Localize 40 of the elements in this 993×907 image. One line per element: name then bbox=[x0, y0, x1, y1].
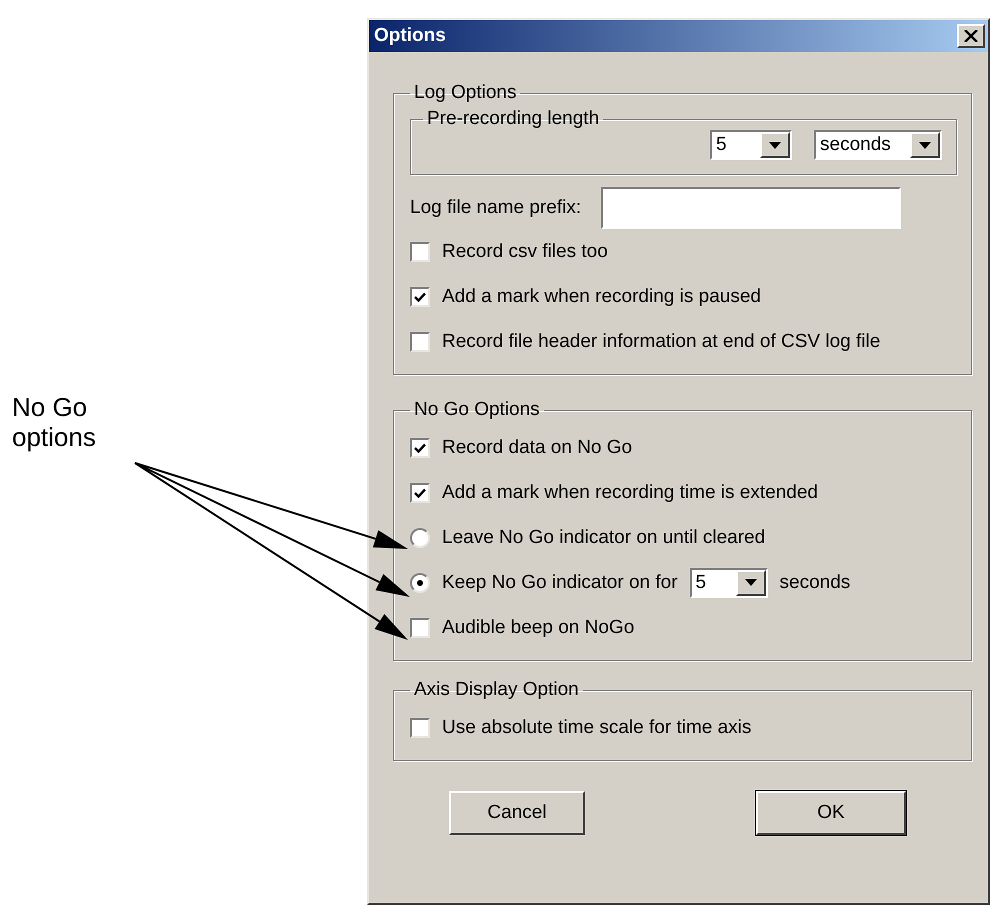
option-label: Add a mark when recording time is extended bbox=[442, 482, 818, 504]
dialog-button[interactable]: Cancel bbox=[449, 791, 585, 835]
caret-icon bbox=[919, 142, 931, 148]
input-field[interactable] bbox=[601, 187, 902, 229]
checkbox[interactable] bbox=[410, 482, 430, 502]
checkbox[interactable] bbox=[410, 286, 430, 306]
field-label: Log file name prefix: bbox=[410, 197, 582, 219]
dialog-button[interactable]: OK bbox=[756, 791, 906, 835]
option-label: Leave No Go indicator on until cleared bbox=[442, 526, 766, 548]
radio-button[interactable] bbox=[410, 572, 430, 592]
option-label: Add a mark when recording is paused bbox=[442, 286, 761, 308]
close-icon bbox=[964, 30, 978, 42]
checkbox[interactable] bbox=[410, 242, 430, 262]
dropdown[interactable]: 5 bbox=[710, 130, 792, 160]
option-label: Record csv files too bbox=[442, 240, 608, 262]
checkmark-icon bbox=[414, 290, 426, 302]
checkmark-icon bbox=[414, 486, 426, 498]
close-button[interactable] bbox=[957, 24, 985, 48]
group-title: Axis Display Option bbox=[413, 679, 580, 701]
checkmark-icon bbox=[414, 442, 426, 454]
option-label: Use absolute time scale for time axis bbox=[442, 716, 752, 738]
dropdown[interactable]: seconds bbox=[814, 130, 942, 160]
option-label: Keep No Go indicator on for bbox=[442, 572, 678, 594]
annotation-label: No Go options bbox=[12, 392, 97, 452]
caret-icon bbox=[744, 579, 757, 586]
checkbox[interactable] bbox=[410, 332, 430, 352]
radio-button[interactable] bbox=[410, 528, 430, 548]
checkbox[interactable] bbox=[410, 618, 430, 638]
dropdown[interactable]: 5 bbox=[690, 568, 768, 598]
option-label: Record file header information at end of CSV log file bbox=[442, 330, 880, 352]
caret-icon bbox=[769, 142, 781, 148]
checkbox[interactable] bbox=[410, 718, 430, 738]
checkbox[interactable] bbox=[410, 438, 430, 458]
group-title: Log Options bbox=[413, 82, 518, 104]
window-title: Options bbox=[374, 25, 446, 47]
group-title: No Go Options bbox=[413, 399, 541, 421]
unit-label: seconds bbox=[780, 572, 850, 594]
option-label: Audible beep on NoGo bbox=[442, 616, 634, 638]
group-title: Pre-recording length bbox=[426, 108, 600, 130]
option-label: Record data on No Go bbox=[442, 436, 632, 458]
